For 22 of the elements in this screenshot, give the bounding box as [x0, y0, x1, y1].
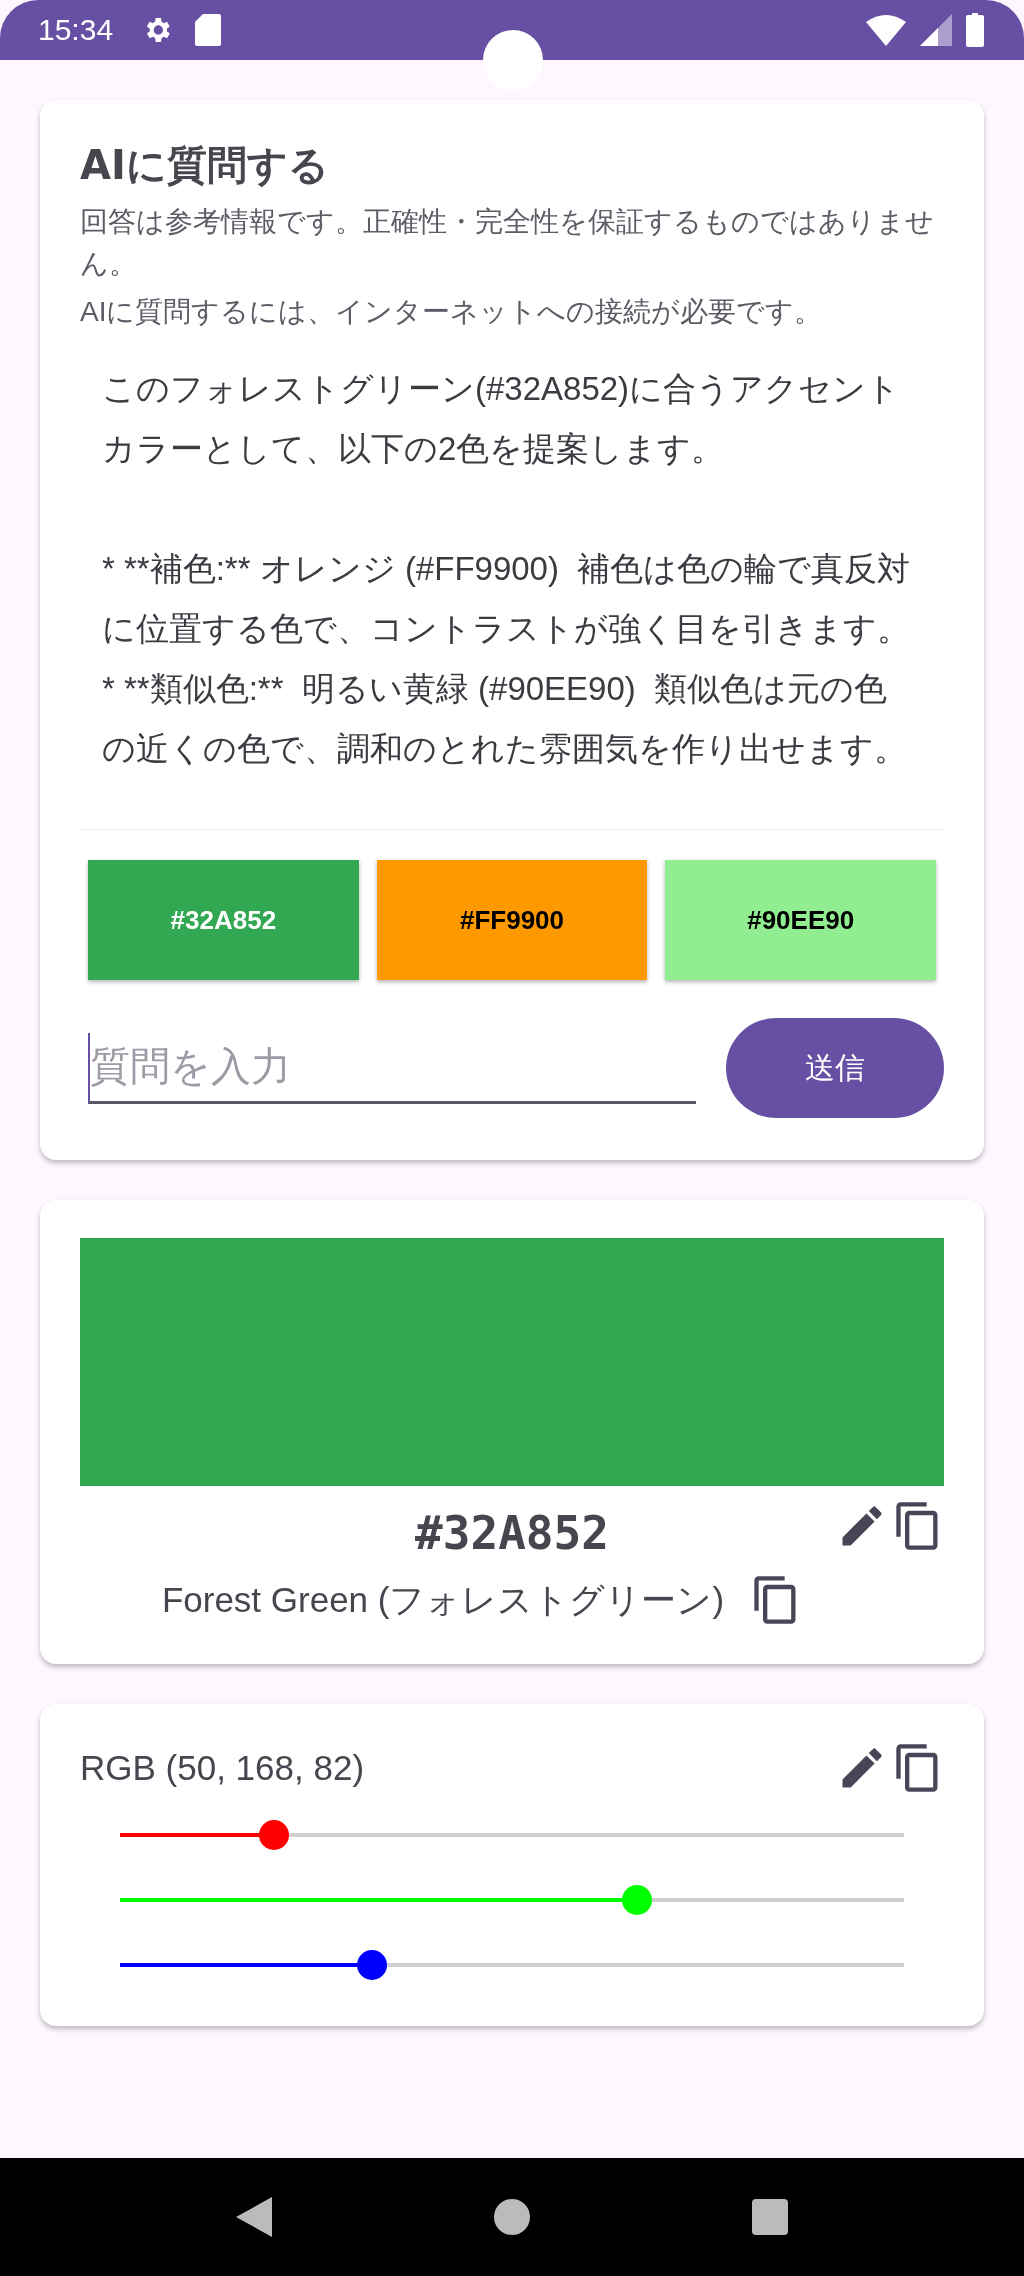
color-swatch[interactable]: #90EE90: [665, 860, 936, 980]
send-button[interactable]: 送信: [726, 1018, 944, 1118]
card-title: AIに質問する: [80, 141, 330, 190]
sd-card-icon: [195, 14, 222, 46]
notice-text: AIに質問するには、インターネットへの接続が必要です。: [80, 295, 824, 329]
slider-thumb[interactable]: [357, 1950, 388, 1980]
wifi-icon: [866, 14, 906, 46]
signal-icon: [920, 14, 952, 46]
home-icon[interactable]: [494, 2199, 530, 2235]
color-swatch[interactable]: #FF9900: [376, 860, 648, 980]
color-name: Forest Green (フォレストグリーン): [161, 1578, 725, 1621]
slider-thumb[interactable]: [621, 1885, 652, 1915]
status-time: 15:34: [38, 13, 114, 47]
hex-code: #32A852: [415, 1506, 609, 1560]
answer-text: このフォレストグリーン(#32A852)に合うアクセントカラーとして、以下の2色を提案します。: [102, 369, 902, 469]
slider-thumb[interactable]: [258, 1820, 289, 1850]
question-field[interactable]: 質問を入力: [88, 1032, 696, 1104]
rgb-value: RGB (50, 168, 82): [80, 1748, 365, 1788]
battery-icon: [966, 13, 984, 47]
disclaimer-text: 回答は参考情報です。正確性・完全性を保証するものではありません。: [80, 205, 935, 281]
answer-text: * **補色:** オレンジ (#FF9900) 補色は色の輪で真反対に位置する色で、コントラストが強く目を引きます。 * **類似色:** 明るい黄緑 (#90EE90) 類似色は元の色の近くの色で、調和のとれた雰囲気を作り出せます。: [102, 549, 912, 769]
back-icon[interactable]: [236, 2197, 272, 2237]
